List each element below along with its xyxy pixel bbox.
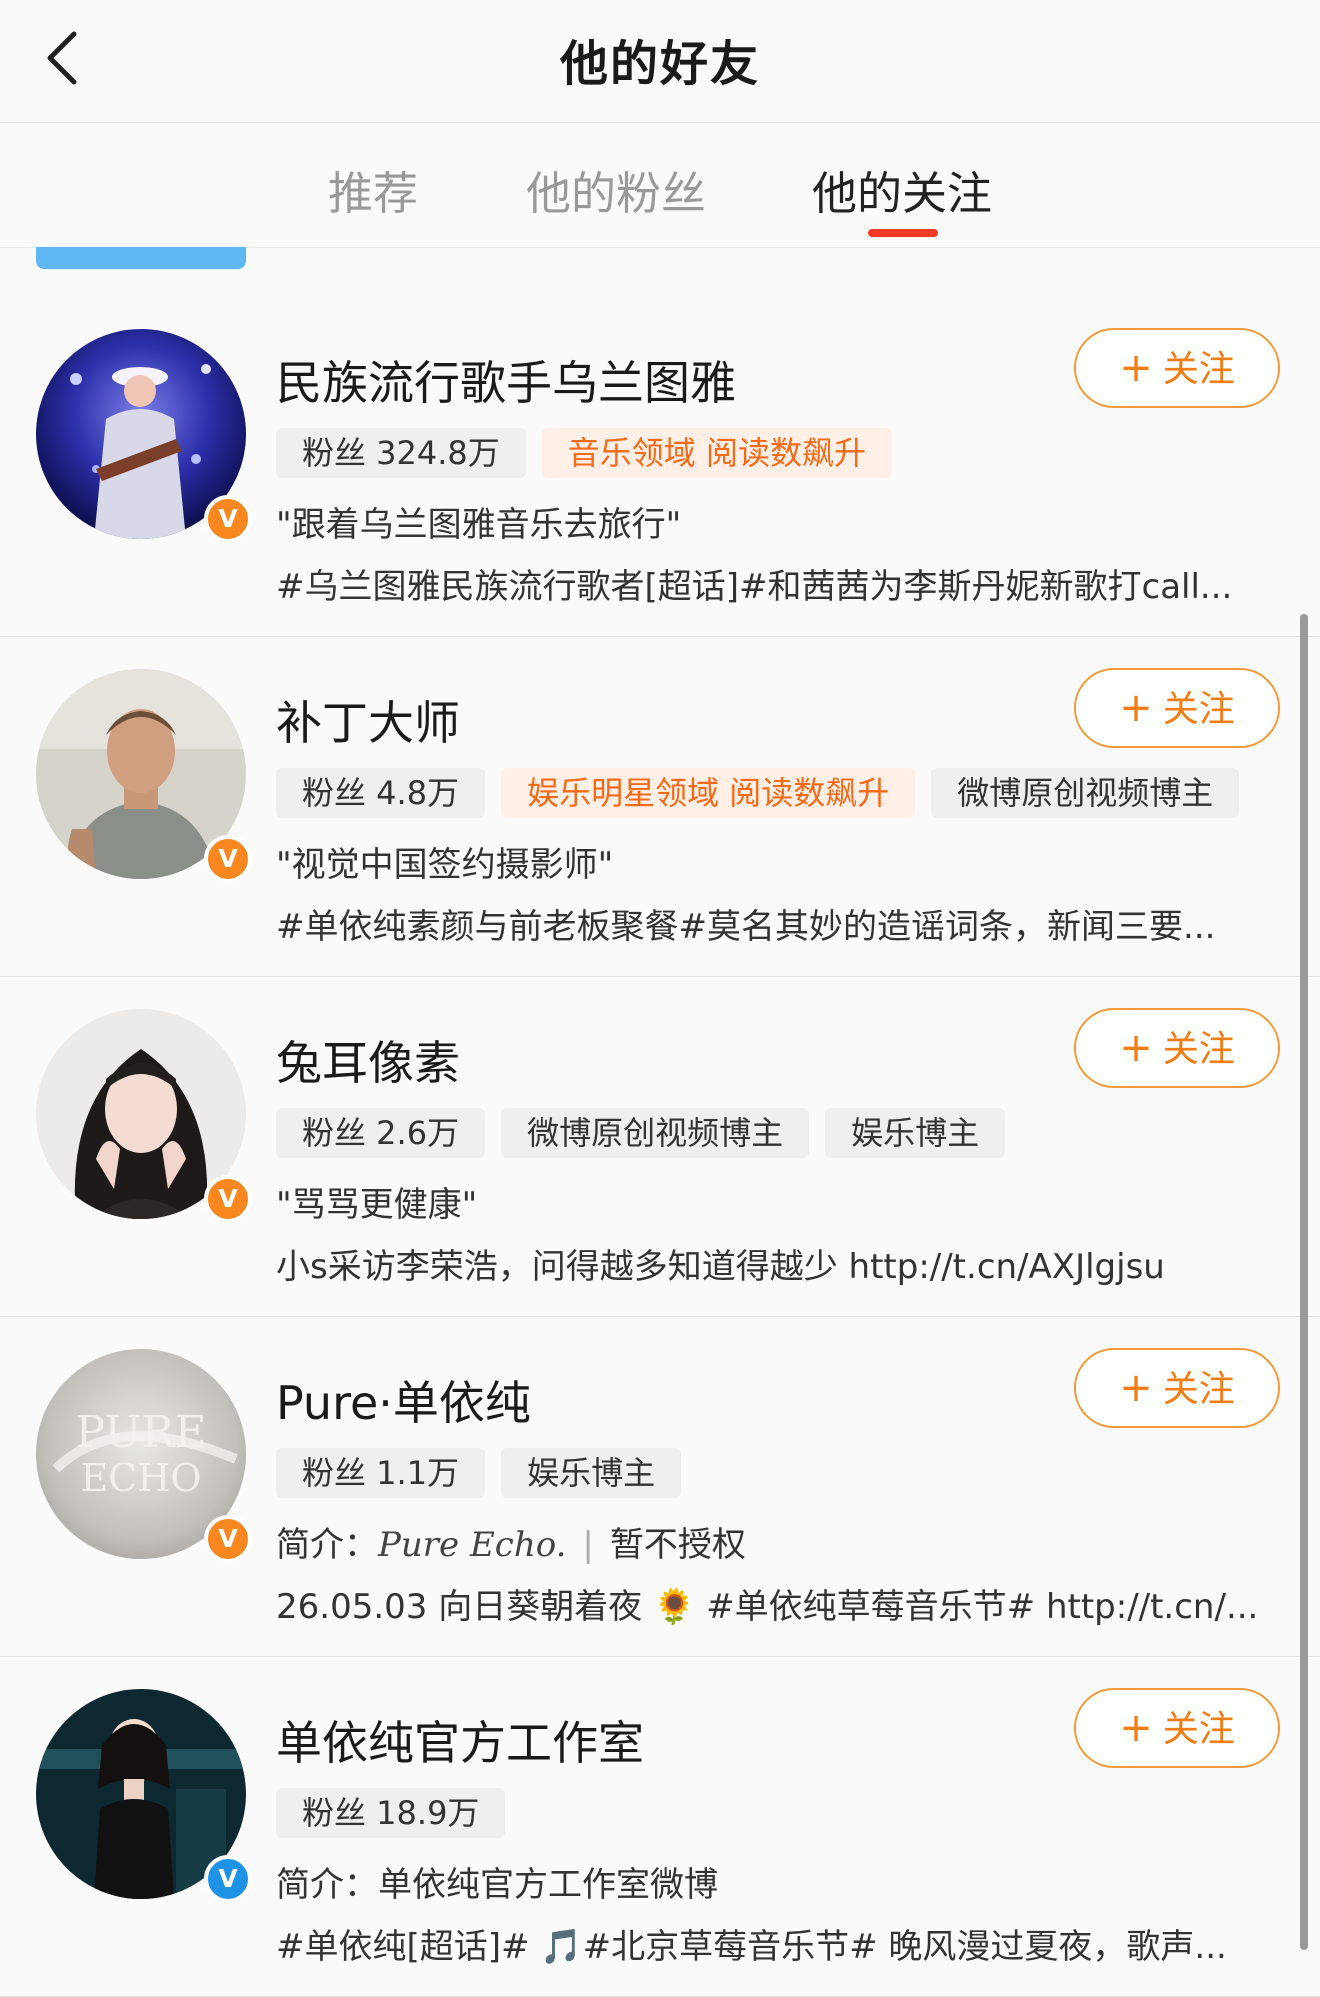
bio-suffix: 暂不授权 — [609, 1525, 746, 1565]
follow-label: 关注 — [1162, 349, 1235, 390]
user-description: "视觉中国签约摄影师" — [276, 845, 614, 885]
category-tag[interactable]: 娱乐博主 — [825, 1108, 1006, 1158]
verified-badge-icon: V — [204, 495, 252, 543]
tag-row: 粉丝 2.6万 微博原创视频博主 娱乐博主 — [276, 1108, 1006, 1158]
follow-label: 关注 — [1162, 1709, 1235, 1750]
fans-count-tag: 粉丝 2.6万 — [276, 1108, 486, 1158]
latest-post: #单依纯素颜与前老板聚餐#莫名其妙的造谣词条，新闻三要... — [276, 907, 1216, 947]
tag-row: 粉丝 1.1万 娱乐博主 — [276, 1448, 682, 1498]
latest-post: 26.05.03 向日葵朝着夜 🌻 #单依纯草莓音乐节# http://t.cn… — [276, 1587, 1259, 1627]
follow-label: 关注 — [1162, 1369, 1235, 1410]
verified-badge-icon: V — [204, 1175, 252, 1223]
list-item[interactable]: V 民族流行歌手乌兰图雅 + 关注 粉丝 324.8万 音乐领域 阅读数飙升 "跟… — [0, 297, 1320, 637]
verified-badge-icon: V — [204, 1855, 252, 1903]
top-bar: 他的好友 — [0, 0, 1320, 123]
fans-count-tag: 粉丝 18.9万 — [276, 1788, 506, 1838]
follow-button[interactable]: + 关注 — [1074, 668, 1280, 748]
latest-post: 小s采访李荣浩，问得越多知道得越少 http://t.cn/AXJlgjsu — [276, 1247, 1165, 1287]
tag-row: 粉丝 18.9万 — [276, 1788, 506, 1838]
user-description: 简介：单依纯官方工作室微博 — [276, 1865, 718, 1905]
svg-text:ECHO: ECHO — [80, 1456, 201, 1500]
fans-count-tag: 粉丝 4.8万 — [276, 768, 486, 818]
follow-button[interactable]: + 关注 — [1074, 328, 1280, 408]
user-description: "跟着乌兰图雅音乐去旅行" — [276, 505, 682, 545]
follow-label: 关注 — [1162, 689, 1235, 730]
svg-text:PURE: PURE — [75, 1407, 206, 1458]
user-name[interactable]: 单依纯官方工作室 — [276, 1707, 644, 1773]
list-item[interactable]: PURE ECHO V Pure·单依纯 + 关注 粉丝 1.1万 娱乐博主 简介… — [0, 1317, 1320, 1657]
tag-row: 粉丝 324.8万 音乐领域 阅读数飙升 — [276, 428, 892, 478]
list-item[interactable]: V 补丁大师 + 关注 粉丝 4.8万 娱乐明星领域 阅读数飙升 微博原创视频博主… — [0, 637, 1320, 977]
user-name[interactable]: 民族流行歌手乌兰图雅 — [276, 347, 736, 413]
latest-post: #单依纯[超话]# 🎵#北京草莓音乐节# 晚风漫过夏夜，歌声... — [276, 1927, 1227, 1967]
user-name[interactable]: 兔耳像素 — [276, 1027, 460, 1093]
latest-post: #乌兰图雅民族流行歌者[超话]#和茜茜为李斯丹妮新歌打call... — [276, 567, 1233, 607]
scrollbar[interactable] — [1300, 614, 1308, 1950]
user-name[interactable]: Pure·单依纯 — [276, 1367, 531, 1433]
divider: | — [582, 1525, 594, 1565]
user-list: V 民族流行歌手乌兰图雅 + 关注 粉丝 324.8万 音乐领域 阅读数飙升 "跟… — [0, 297, 1320, 1997]
follow-button[interactable]: + 关注 — [1074, 1688, 1280, 1768]
list-item[interactable]: V 兔耳像素 + 关注 粉丝 2.6万 微博原创视频博主 娱乐博主 "骂骂更健康"… — [0, 977, 1320, 1317]
bio-italic-text: Pure Echo. — [378, 1525, 567, 1565]
verified-badge-icon: V — [204, 835, 252, 883]
category-tag[interactable]: 娱乐博主 — [501, 1448, 682, 1498]
plus-icon: + — [1119, 685, 1153, 731]
tab-his-fans[interactable]: 他的粉丝 — [526, 157, 706, 222]
page-title: 他的好友 — [559, 36, 760, 92]
tab-bar: 推荐 他的粉丝 他的关注 — [0, 123, 1320, 248]
fans-count-tag: 粉丝 324.8万 — [276, 428, 526, 478]
follow-button[interactable]: + 关注 — [1074, 1008, 1280, 1088]
plus-icon: + — [1119, 345, 1153, 391]
creator-tag[interactable]: 微博原创视频博主 — [931, 768, 1240, 818]
domain-tag[interactable]: 娱乐明星领域 阅读数飙升 — [501, 768, 916, 818]
tab-recommend[interactable]: 推荐 — [328, 157, 418, 222]
user-description: "骂骂更健康" — [276, 1185, 478, 1225]
follow-label: 关注 — [1162, 1029, 1235, 1070]
partial-banner — [36, 247, 246, 269]
domain-tag[interactable]: 音乐领域 阅读数飙升 — [541, 428, 892, 478]
creator-tag[interactable]: 微博原创视频博主 — [501, 1108, 810, 1158]
follow-button[interactable]: + 关注 — [1074, 1348, 1280, 1428]
active-tab-indicator — [868, 229, 938, 237]
tab-his-following[interactable]: 他的关注 — [812, 157, 992, 222]
plus-icon: + — [1119, 1365, 1153, 1411]
plus-icon: + — [1119, 1705, 1153, 1751]
user-name[interactable]: 补丁大师 — [276, 687, 460, 753]
fans-count-tag: 粉丝 1.1万 — [276, 1448, 486, 1498]
user-description: 简介：Pure Echo. | 暂不授权 — [276, 1517, 746, 1566]
list-item[interactable]: V 单依纯官方工作室 + 关注 粉丝 18.9万 简介：单依纯官方工作室微博 #单… — [0, 1657, 1320, 1997]
verified-badge-icon: V — [204, 1515, 252, 1563]
plus-icon: + — [1119, 1025, 1153, 1071]
bio-prefix: 简介： — [276, 1525, 378, 1565]
tag-row: 粉丝 4.8万 娱乐明星领域 阅读数飙升 微博原创视频博主 — [276, 768, 1240, 818]
